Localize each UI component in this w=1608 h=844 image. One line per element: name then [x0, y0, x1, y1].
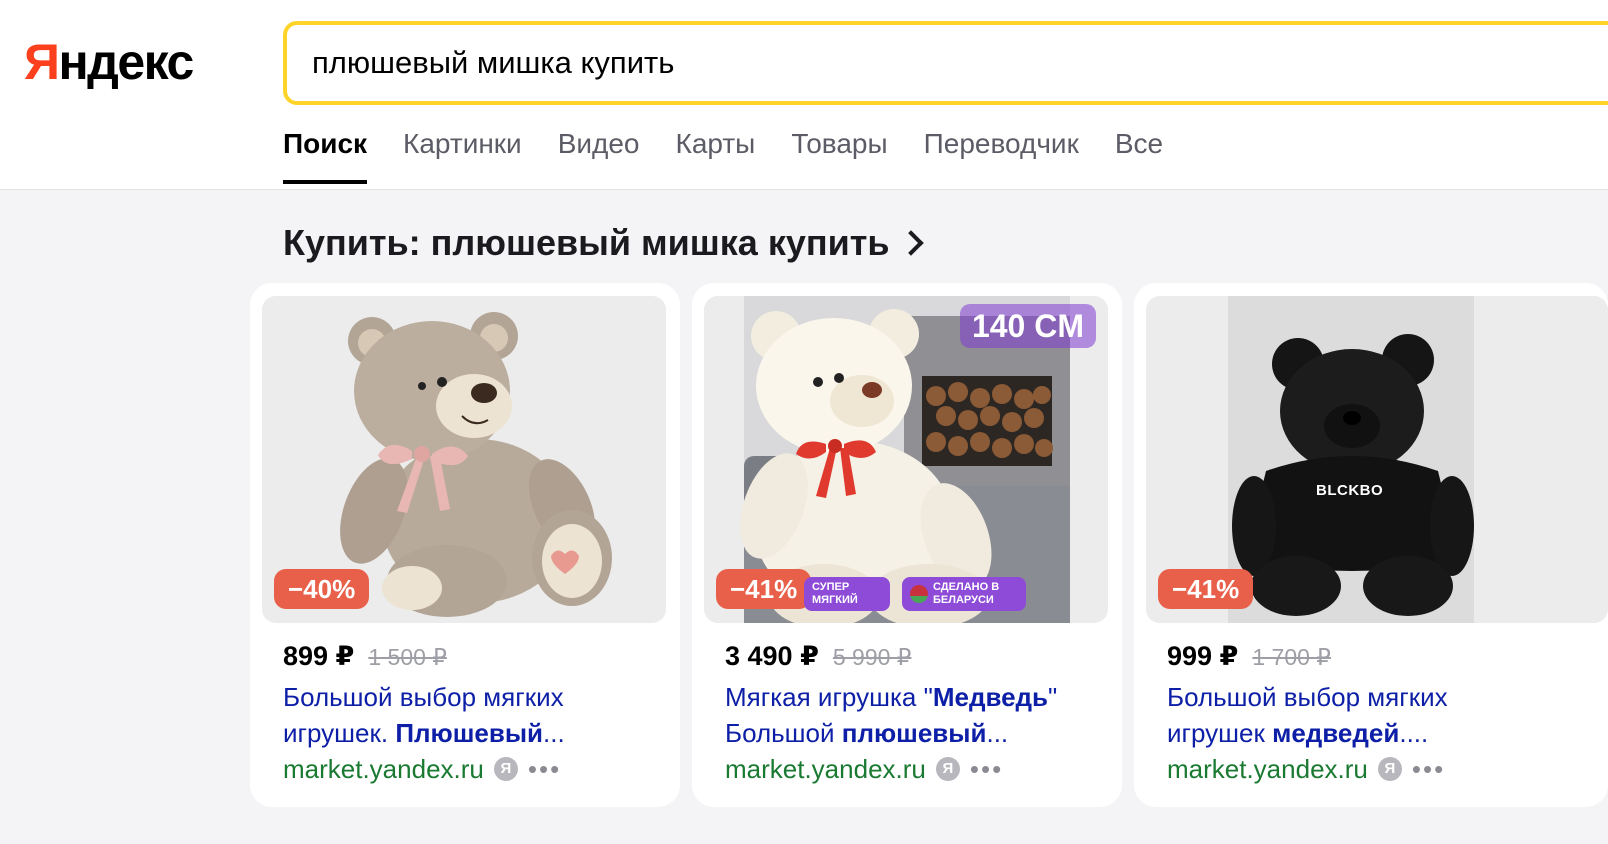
old-price: 1 500 ₽ [368, 644, 447, 670]
shopping-section-title[interactable]: Купить: плюшевый мишка купить [283, 220, 924, 266]
tab-maps[interactable]: Карты [676, 124, 756, 190]
product-card[interactable]: BLCKBO −41% 999 ₽ 1 700 ₽ Большой выбор … [1134, 283, 1608, 807]
product-image[interactable]: 140 CM −41% СУПЕР МЯГКИЙ СДЕЛАНО В БЕЛАР… [704, 296, 1108, 623]
search-box[interactable] [283, 21, 1608, 105]
more-options-icon[interactable]: ••• [528, 756, 561, 782]
made-in-belarus-badge: СДЕЛАНО В БЕЛАРУСИ [902, 577, 1026, 611]
yandex-verified-icon: Я [493, 757, 518, 781]
tab-all[interactable]: Все [1115, 124, 1163, 190]
yandex-verified-icon: Я [1377, 757, 1402, 781]
tab-products[interactable]: Товары [791, 124, 887, 190]
product-image[interactable]: BLCKBO −41% [1146, 296, 1608, 623]
price: 999 ₽ [1167, 641, 1239, 671]
search-tabs: Поиск Картинки Видео Карты Товары Перево… [283, 124, 1163, 190]
yandex-logo[interactable]: Яндекс [24, 32, 194, 92]
source-link[interactable]: market.yandex.ru [1167, 751, 1368, 787]
discount-badge: −41% [716, 569, 812, 609]
product-card[interactable]: 140 CM −41% СУПЕР МЯГКИЙ СДЕЛАНО В БЕЛАР… [692, 283, 1122, 807]
chevron-right-icon [897, 230, 924, 256]
more-options-icon[interactable]: ••• [1412, 756, 1445, 782]
price: 899 ₽ [283, 641, 355, 671]
product-card[interactable]: −40% 899 ₽ 1 500 ₽ Большой выбор мягких … [250, 283, 680, 807]
discount-badge: −40% [274, 569, 370, 609]
source-row: market.yandex.ru Я ••• [283, 751, 561, 787]
source-link[interactable]: market.yandex.ru [283, 751, 484, 787]
price: 3 490 ₽ [725, 641, 819, 671]
product-title-link[interactable]: Мягкая игрушка "Медведь" Большой плюшевы… [725, 679, 1105, 751]
section-title-text: Купить: плюшевый мишка купить [283, 222, 890, 263]
header: Яндекс Поиск Картинки Видео Карты Товары… [0, 0, 1608, 190]
search-input[interactable] [312, 42, 1512, 84]
tab-images[interactable]: Картинки [403, 124, 522, 190]
belarus-flag-icon [910, 585, 928, 603]
product-image[interactable]: −40% [262, 296, 666, 623]
super-soft-badge: СУПЕР МЯГКИЙ [804, 577, 890, 611]
price-row: 3 490 ₽ 5 990 ₽ [725, 641, 911, 672]
old-price: 5 990 ₽ [832, 644, 912, 670]
product-title-link[interactable]: Большой выбор мягких игрушек медведей...… [1167, 679, 1547, 751]
size-label: 140 CM [959, 304, 1096, 348]
tab-video[interactable]: Видео [558, 124, 640, 190]
tab-search[interactable]: Поиск [283, 124, 368, 190]
tab-translator[interactable]: Переводчик [924, 124, 1079, 190]
hoodie-text: BLCKBO [1316, 482, 1384, 499]
yandex-verified-icon: Я [935, 757, 960, 781]
old-price: 1 700 ₽ [1252, 644, 1331, 670]
price-row: 999 ₽ 1 700 ₽ [1167, 641, 1331, 672]
price-row: 899 ₽ 1 500 ₽ [283, 641, 447, 672]
source-row: market.yandex.ru Я ••• [1167, 751, 1445, 787]
source-row: market.yandex.ru Я ••• [725, 751, 1003, 787]
more-options-icon[interactable]: ••• [970, 756, 1003, 782]
discount-badge: −41% [1158, 569, 1254, 609]
product-title-link[interactable]: Большой выбор мягких игрушек. Плюшевый..… [283, 679, 663, 751]
source-link[interactable]: market.yandex.ru [725, 751, 926, 787]
